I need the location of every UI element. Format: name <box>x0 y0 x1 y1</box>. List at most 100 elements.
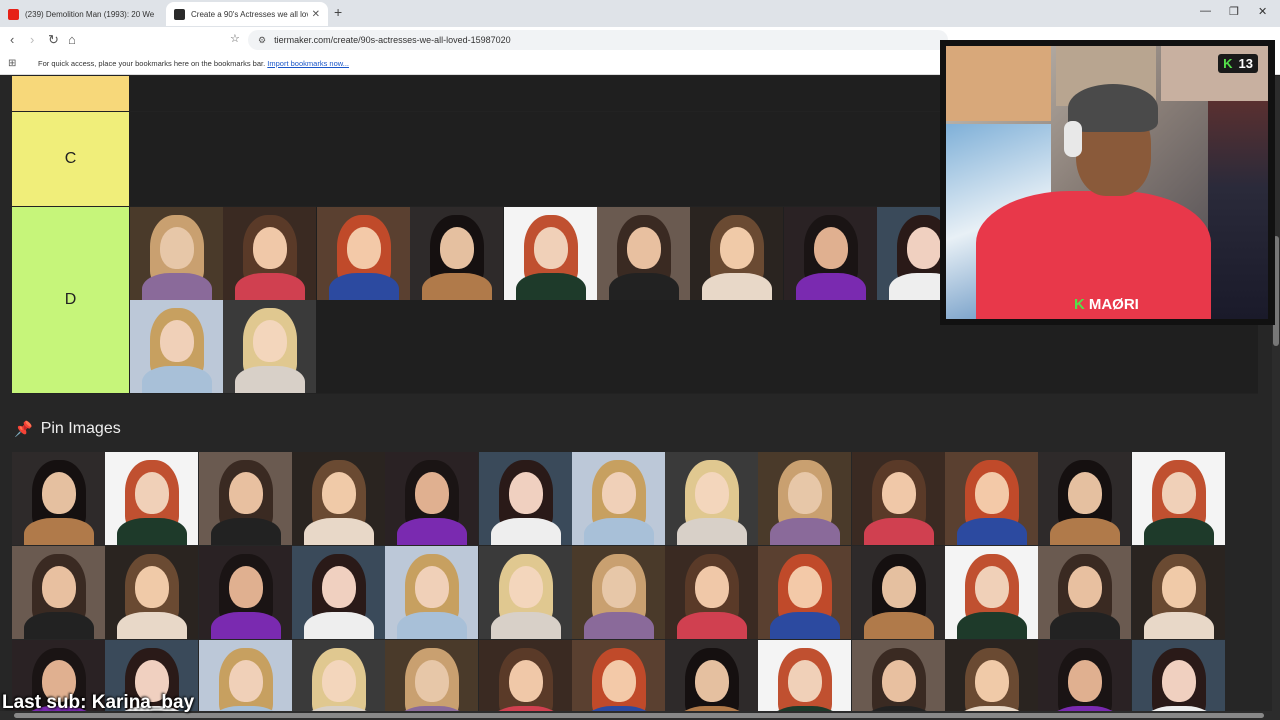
face-shape <box>907 227 942 269</box>
tier-b-label[interactable] <box>12 76 129 112</box>
tier-image[interactable] <box>783 207 877 300</box>
pin-image[interactable] <box>758 546 852 639</box>
pin-image[interactable] <box>105 546 199 639</box>
clothing-shape <box>1050 612 1121 639</box>
kick-logo-icon: K <box>1074 296 1085 313</box>
pin-image[interactable] <box>478 546 572 639</box>
pin-image[interactable] <box>1131 640 1225 720</box>
pin-image[interactable] <box>198 452 292 545</box>
pin-image[interactable] <box>291 452 385 545</box>
tab-title: Create a 90's Actresses we all lov <box>191 9 308 19</box>
back-icon[interactable]: ‹ <box>10 32 14 47</box>
clothing-shape <box>677 612 748 639</box>
streamer-beanie <box>1068 84 1158 132</box>
pin-image[interactable] <box>945 452 1038 545</box>
pin-image[interactable] <box>478 640 572 720</box>
face-shape <box>1068 660 1103 702</box>
tier-image[interactable] <box>690 207 784 300</box>
pin-image[interactable] <box>945 640 1038 720</box>
pin-image[interactable] <box>1131 546 1225 639</box>
pin-image[interactable] <box>758 452 852 545</box>
tier-image[interactable] <box>130 207 223 300</box>
pin-image[interactable] <box>198 640 292 720</box>
kick-viewer-badge: K 13 <box>1218 54 1258 73</box>
reload-icon[interactable]: ↻ <box>48 32 59 48</box>
face-shape <box>415 660 450 702</box>
tier-image[interactable] <box>130 300 223 393</box>
clothing-shape <box>210 518 281 545</box>
clothing-shape <box>117 518 188 545</box>
face-shape <box>228 472 263 514</box>
pin-image[interactable] <box>665 640 759 720</box>
hscroll-thumb[interactable] <box>14 713 1264 718</box>
pin-image[interactable] <box>571 640 665 720</box>
face-shape <box>695 660 730 702</box>
tier-image[interactable] <box>503 207 597 300</box>
pin-image[interactable] <box>198 546 292 639</box>
close-window-icon[interactable]: ✕ <box>1258 5 1267 18</box>
pin-image[interactable] <box>1038 640 1132 720</box>
pin-image[interactable] <box>12 452 105 545</box>
clothing-shape <box>303 612 374 639</box>
face-shape <box>788 472 823 514</box>
new-tab-icon[interactable]: + <box>334 4 342 20</box>
face-shape <box>975 660 1009 702</box>
clothing-shape <box>957 518 1027 545</box>
tier-c-label[interactable]: C <box>12 112 129 207</box>
tier-image[interactable] <box>316 207 410 300</box>
clothing-shape <box>1143 518 1214 545</box>
pin-image[interactable] <box>1038 452 1132 545</box>
pin-image[interactable] <box>385 452 479 545</box>
pin-image[interactable] <box>385 546 479 639</box>
bookmark-icon[interactable]: ☆ <box>230 32 240 45</box>
pin-image[interactable] <box>665 546 759 639</box>
tab-demolition-man[interactable]: (239) Demolition Man (1993): 20 We <box>0 2 162 26</box>
apps-grid-icon[interactable]: ⊞ <box>8 58 16 69</box>
home-icon[interactable]: ⌂ <box>68 32 76 47</box>
pin-image[interactable] <box>945 546 1038 639</box>
clothing-shape <box>583 612 654 639</box>
close-tab-icon[interactable]: ✕ <box>312 9 320 20</box>
face-shape <box>253 320 288 362</box>
pin-images-heading: 📌 Pin Images <box>14 420 121 438</box>
address-bar[interactable]: ⚙ tiermaker.com/create/90s-actresses-we-… <box>248 30 948 50</box>
tier-image[interactable] <box>410 207 504 300</box>
minimize-icon[interactable]: — <box>1200 5 1211 17</box>
import-bookmarks-link[interactable]: Import bookmarks now... <box>267 59 349 68</box>
forward-icon[interactable]: › <box>30 32 34 47</box>
clothing-shape <box>490 612 561 639</box>
face-shape <box>881 472 916 514</box>
pin-image[interactable] <box>12 546 105 639</box>
clothing-shape <box>702 273 773 300</box>
pin-image[interactable] <box>851 640 945 720</box>
pin-image[interactable] <box>1038 546 1132 639</box>
clothing-shape <box>957 612 1027 639</box>
face-shape <box>253 227 288 269</box>
site-info-icon[interactable]: ⚙ <box>258 35 266 46</box>
pin-image[interactable] <box>571 452 665 545</box>
pin-image[interactable] <box>291 546 385 639</box>
pin-image[interactable] <box>851 546 945 639</box>
face-shape <box>228 660 263 702</box>
pin-image[interactable] <box>758 640 852 720</box>
pin-image[interactable] <box>851 452 945 545</box>
tier-image[interactable] <box>223 300 317 393</box>
tier-image[interactable] <box>597 207 690 300</box>
face-shape <box>1068 472 1103 514</box>
pin-image[interactable] <box>291 640 385 720</box>
tiermaker-icon <box>174 8 185 20</box>
clothing-shape <box>24 612 94 639</box>
restore-icon[interactable]: ❐ <box>1229 5 1239 18</box>
pin-image[interactable] <box>385 640 479 720</box>
url-text: tiermaker.com/create/90s-actresses-we-al… <box>274 35 511 45</box>
tier-image[interactable] <box>223 207 317 300</box>
pin-image[interactable] <box>478 452 572 545</box>
pin-image[interactable] <box>665 452 759 545</box>
pin-image[interactable] <box>571 546 665 639</box>
clothing-shape <box>24 518 94 545</box>
pin-image[interactable] <box>105 452 199 545</box>
face-shape <box>1161 660 1196 702</box>
pin-image[interactable] <box>1131 452 1225 545</box>
tab-tiermaker[interactable]: Create a 90's Actresses we all lov ✕ <box>166 2 328 26</box>
tier-d-label[interactable]: D <box>12 207 129 394</box>
